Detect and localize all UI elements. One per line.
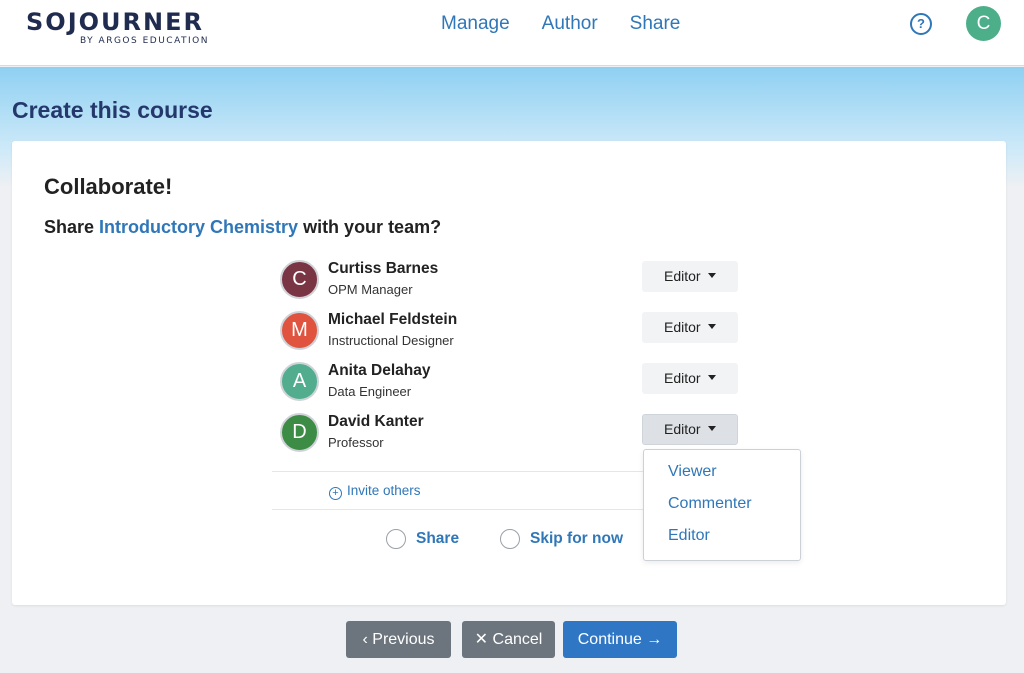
logo-main-text: SOJOURNER: [26, 8, 204, 36]
member-avatar: M: [280, 311, 319, 350]
logo-sub-text: BY ARGOS EDUCATION: [80, 36, 209, 46]
close-icon: ✕: [474, 631, 493, 648]
invite-others-link[interactable]: + Invite others: [329, 483, 421, 500]
plus-circle-icon: +: [329, 487, 342, 500]
previous-label: Previous: [372, 631, 435, 648]
share-radio-label[interactable]: Share: [416, 530, 459, 548]
page-title: Create this course: [12, 97, 213, 123]
nav-share-link[interactable]: Share: [630, 12, 681, 36]
skip-radio[interactable]: [500, 529, 520, 549]
previous-button[interactable]: ‹ Previous: [346, 621, 451, 658]
member-row: C Curtiss Barnes OPM Manager Editor: [280, 260, 750, 304]
share-question: Share Introductory Chemistry with your t…: [44, 217, 441, 238]
caret-down-icon: [707, 425, 716, 431]
permission-label: Editor: [664, 319, 701, 335]
main-nav: Manage Author Share: [441, 12, 680, 36]
permission-label: Editor: [664, 268, 701, 284]
permission-dropdown-button[interactable]: Editor: [642, 414, 738, 445]
member-role: OPM Manager: [328, 282, 413, 297]
member-role: Instructional Designer: [328, 333, 454, 348]
member-avatar: D: [280, 413, 319, 452]
cancel-button[interactable]: ✕ Cancel: [462, 621, 555, 658]
permission-label: Editor: [664, 421, 701, 437]
member-name: Curtiss Barnes: [328, 260, 439, 277]
nav-author-link[interactable]: Author: [542, 12, 598, 36]
nav-manage-link[interactable]: Manage: [441, 12, 510, 36]
question-suffix: with your team?: [298, 217, 442, 237]
divider: [272, 509, 650, 510]
caret-down-icon: [707, 374, 716, 380]
collaborate-card: Collaborate! Share Introductory Chemistr…: [12, 141, 1006, 605]
dropdown-item-commenter[interactable]: Commenter: [668, 495, 752, 513]
card-heading: Collaborate!: [44, 174, 173, 199]
member-name: Michael Feldstein: [328, 311, 458, 328]
permission-dropdown-button[interactable]: Editor: [642, 261, 738, 292]
member-role: Professor: [328, 435, 384, 450]
cancel-label: Cancel: [492, 631, 543, 648]
invite-label: Invite others: [347, 483, 421, 498]
question-prefix: Share: [44, 217, 100, 237]
continue-button[interactable]: Continue →: [563, 621, 677, 658]
sojourner-logo[interactable]: SOJOURNER BY ARGOS EDUCATION: [26, 8, 208, 46]
continue-label: Continue: [577, 631, 642, 648]
chevron-left-icon: ‹: [362, 631, 373, 648]
permission-label: Editor: [664, 370, 701, 386]
member-name: Anita Delahay: [328, 362, 431, 379]
user-avatar[interactable]: C: [966, 6, 1001, 41]
divider: [272, 471, 650, 472]
permission-dropdown-button[interactable]: Editor: [642, 363, 738, 394]
permission-dropdown-menu: Viewer Commenter Editor: [643, 449, 801, 561]
caret-down-icon: [707, 323, 716, 329]
member-avatar: C: [280, 260, 319, 299]
caret-down-icon: [707, 272, 716, 278]
top-navbar: SOJOURNER BY ARGOS EDUCATION Manage Auth…: [0, 0, 1024, 66]
member-row: M Michael Feldstein Instructional Design…: [280, 311, 750, 355]
share-radio[interactable]: [386, 529, 406, 549]
help-icon[interactable]: ?: [910, 13, 932, 35]
dropdown-item-editor[interactable]: Editor: [668, 527, 710, 545]
member-role: Data Engineer: [328, 384, 412, 399]
member-row: A Anita Delahay Data Engineer Editor: [280, 362, 750, 406]
skip-radio-label[interactable]: Skip for now: [530, 530, 623, 548]
member-name: David Kanter: [328, 413, 424, 430]
arrow-right-icon: →: [641, 631, 663, 648]
course-name-link[interactable]: Introductory Chemistry: [99, 217, 298, 237]
member-avatar: A: [280, 362, 319, 401]
dropdown-item-viewer[interactable]: Viewer: [668, 463, 717, 481]
permission-dropdown-button[interactable]: Editor: [642, 312, 738, 343]
